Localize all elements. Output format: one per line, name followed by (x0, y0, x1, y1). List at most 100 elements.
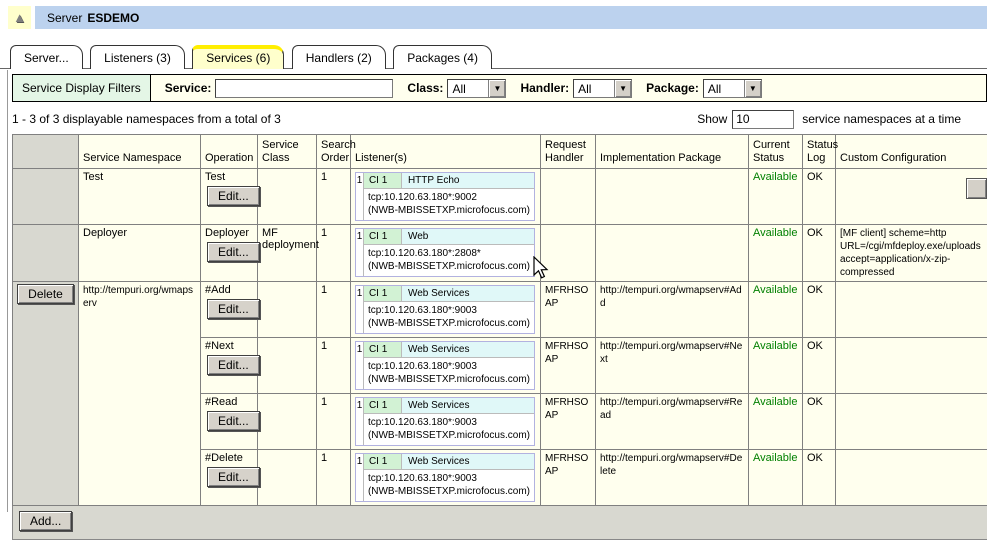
listener-endpoint: tcp:10.120.63.180*:9002 (368, 192, 477, 203)
listener-box: 1 CI 1 Web Services tcp:10.120.63.180*:9… (355, 341, 535, 390)
listener-number: 1 (356, 454, 364, 501)
handler-select[interactable]: All ▼ (573, 79, 632, 98)
edit-button[interactable]: Edit... (207, 242, 260, 262)
implementation-cell (596, 169, 749, 225)
listener-number: 1 (356, 342, 364, 389)
current-status-cell: Available (749, 450, 803, 506)
listener-box: 1 CI 1 HTTP Echo tcp:10.120.63.180*:9002… (355, 172, 535, 221)
request-handler-cell: MFRHSOAP (541, 394, 596, 450)
listener-number: 1 (356, 286, 364, 333)
request-handler-cell: MFRHSOAP (541, 282, 596, 338)
listener-number: 1 (356, 173, 364, 220)
package-filter-label: Package: (646, 81, 699, 95)
listener-endpoint: tcp:10.120.63.180*:9003 (368, 305, 477, 316)
namespace-cell: Test (79, 169, 201, 225)
server-label: Server (47, 11, 82, 25)
listener-endpoint: tcp:10.120.63.180*:9003 (368, 473, 477, 484)
implementation-cell: http://tempuri.org/wmapserv#Add (596, 282, 749, 338)
tab-packages[interactable]: Packages (4) (393, 45, 492, 69)
listener-host: (NWB-MBISSETXP.microfocus.com) (368, 374, 530, 385)
server-header-bar: ▲ Server ESDEMO (8, 6, 987, 29)
paging-line: 1 - 3 of 3 displayable namespaces from a… (12, 108, 987, 130)
table-row: Delete http://tempuri.org/wmapserv #Add … (13, 282, 987, 338)
namespace-cell: Deployer (79, 225, 201, 282)
collapse-button[interactable]: ▲ (8, 6, 31, 29)
listener-box: 1 CI 1 Web Services tcp:10.120.63.180*:9… (355, 453, 535, 502)
implementation-cell: http://tempuri.org/wmapserv#Read (596, 394, 749, 450)
search-order-cell: 1 (317, 169, 351, 225)
listener-box: 1 CI 1 Web Services tcp:10.120.63.180*:9… (355, 397, 535, 446)
delete-button[interactable]: Delete (17, 284, 74, 304)
current-status-cell: Available (749, 338, 803, 394)
tab-services[interactable]: Services (6) (192, 45, 284, 69)
services-table: Service Namespace Operation Service Clas… (12, 134, 987, 506)
dropdown-arrow-icon[interactable]: ▼ (614, 80, 631, 97)
listener-number: 1 (356, 229, 364, 276)
col-status-log: Status Log (803, 135, 836, 169)
listener-box: 1 CI 1 Web tcp:10.120.63.180*:2808* (NWB… (355, 228, 535, 277)
tab-handlers[interactable]: Handlers (2) (292, 45, 386, 69)
operation-name: #Next (205, 340, 234, 352)
search-order-cell: 1 (317, 282, 351, 338)
listener-conversation: CI 1 (364, 398, 402, 413)
listener-conversation: CI 1 (364, 342, 402, 357)
listener-host: (NWB-MBISSETXP.microfocus.com) (368, 205, 530, 216)
service-class-cell (258, 169, 317, 225)
edit-button[interactable]: Edit... (207, 411, 260, 431)
edit-button[interactable]: Edit... (207, 186, 260, 206)
edit-button[interactable]: Edit... (207, 299, 260, 319)
service-filter-input[interactable] (215, 79, 393, 98)
clipped-button[interactable] (966, 178, 987, 199)
package-select-value: All (704, 80, 744, 97)
service-class-cell: MF deployment (258, 225, 317, 282)
search-order-cell: 1 (317, 338, 351, 394)
class-select-value: All (448, 80, 488, 97)
tab-server[interactable]: Server... (10, 45, 83, 69)
tab-listeners[interactable]: Listeners (3) (90, 45, 185, 69)
operation-name: #Delete (205, 452, 243, 464)
current-status-cell: Available (749, 169, 803, 225)
dropdown-arrow-icon[interactable]: ▼ (488, 80, 505, 97)
operation-cell: #Add Edit... (201, 282, 258, 338)
current-status-cell: Available (749, 394, 803, 450)
col-current-status: Current Status (749, 135, 803, 169)
col-service-class: Service Class (258, 135, 317, 169)
listener-cell: 1 CI 1 Web tcp:10.120.63.180*:2808* (NWB… (351, 225, 541, 282)
request-handler-cell: MFRHSOAP (541, 338, 596, 394)
service-class-cell (258, 450, 317, 506)
operation-cell: Deployer Edit... (201, 225, 258, 282)
add-button[interactable]: Add... (19, 511, 72, 531)
server-title-bar: Server ESDEMO (35, 6, 987, 29)
status-log-cell: OK (803, 169, 836, 225)
operation-name: #Add (205, 284, 231, 296)
handler-filter-label: Handler: (520, 81, 569, 95)
status-log-cell: OK (803, 450, 836, 506)
namespace-cell: http://tempuri.org/wmapserv (79, 282, 201, 506)
table-row: Test Test Edit... 1 1 CI 1 HTTP Echo tc (13, 169, 987, 225)
search-order-cell: 1 (317, 394, 351, 450)
listener-cell: 1 CI 1 Web Services tcp:10.120.63.180*:9… (351, 338, 541, 394)
show-count-input[interactable] (732, 110, 794, 129)
class-select[interactable]: All ▼ (447, 79, 506, 98)
operation-cell: #Delete Edit... (201, 450, 258, 506)
edit-button[interactable]: Edit... (207, 467, 260, 487)
listener-name: HTTP Echo (402, 173, 534, 188)
listener-number: 1 (356, 398, 364, 445)
operation-name: Deployer (205, 227, 249, 239)
dropdown-arrow-icon[interactable]: ▼ (744, 80, 761, 97)
action-cell: Delete (13, 282, 79, 506)
package-select[interactable]: All ▼ (703, 79, 762, 98)
custom-config-cell (836, 450, 987, 506)
listener-box: 1 CI 1 Web Services tcp:10.120.63.180*:9… (355, 285, 535, 334)
status-log-cell: OK (803, 282, 836, 338)
col-custom-configuration: Custom Configuration (836, 135, 987, 169)
table-footer: Add... (12, 506, 987, 540)
listener-conversation: CI 1 (364, 229, 402, 244)
listener-host: (NWB-MBISSETXP.microfocus.com) (368, 261, 530, 272)
action-cell (13, 225, 79, 282)
custom-config-cell: [MF client] scheme=http URL=/cgi/mfdeplo… (836, 225, 987, 282)
edit-button[interactable]: Edit... (207, 355, 260, 375)
show-label: Show (697, 112, 727, 126)
namespace-summary: 1 - 3 of 3 displayable namespaces from a… (12, 112, 697, 126)
action-cell (13, 169, 79, 225)
